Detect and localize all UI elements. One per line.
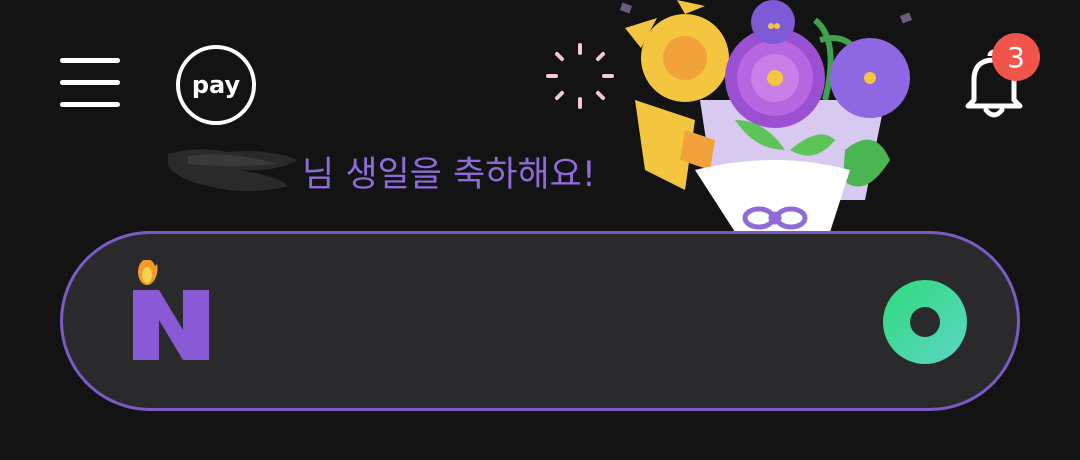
naver-n-candle-icon [133,260,209,360]
redacted-user-name [168,146,308,196]
pay-label: pay [191,71,241,99]
sparkle-decoration [546,43,614,109]
search-bar[interactable] [60,231,1020,411]
menu-line [60,80,120,85]
birthday-bouquet-illustration [619,0,913,232]
naver-home-screen: pay 3 님 생일을 축하해요! [0,0,1080,460]
hamburger-menu-icon[interactable] [58,58,122,110]
green-lens-icon[interactable] [881,278,969,366]
menu-line [60,102,120,107]
pay-button[interactable]: pay [176,45,256,125]
greeting-text: 님 생일을 축하해요! [302,154,596,195]
birthday-greeting: 님 생일을 축하해요! [168,146,596,196]
notification-count-badge: 3 [992,33,1040,81]
menu-line [60,58,120,63]
